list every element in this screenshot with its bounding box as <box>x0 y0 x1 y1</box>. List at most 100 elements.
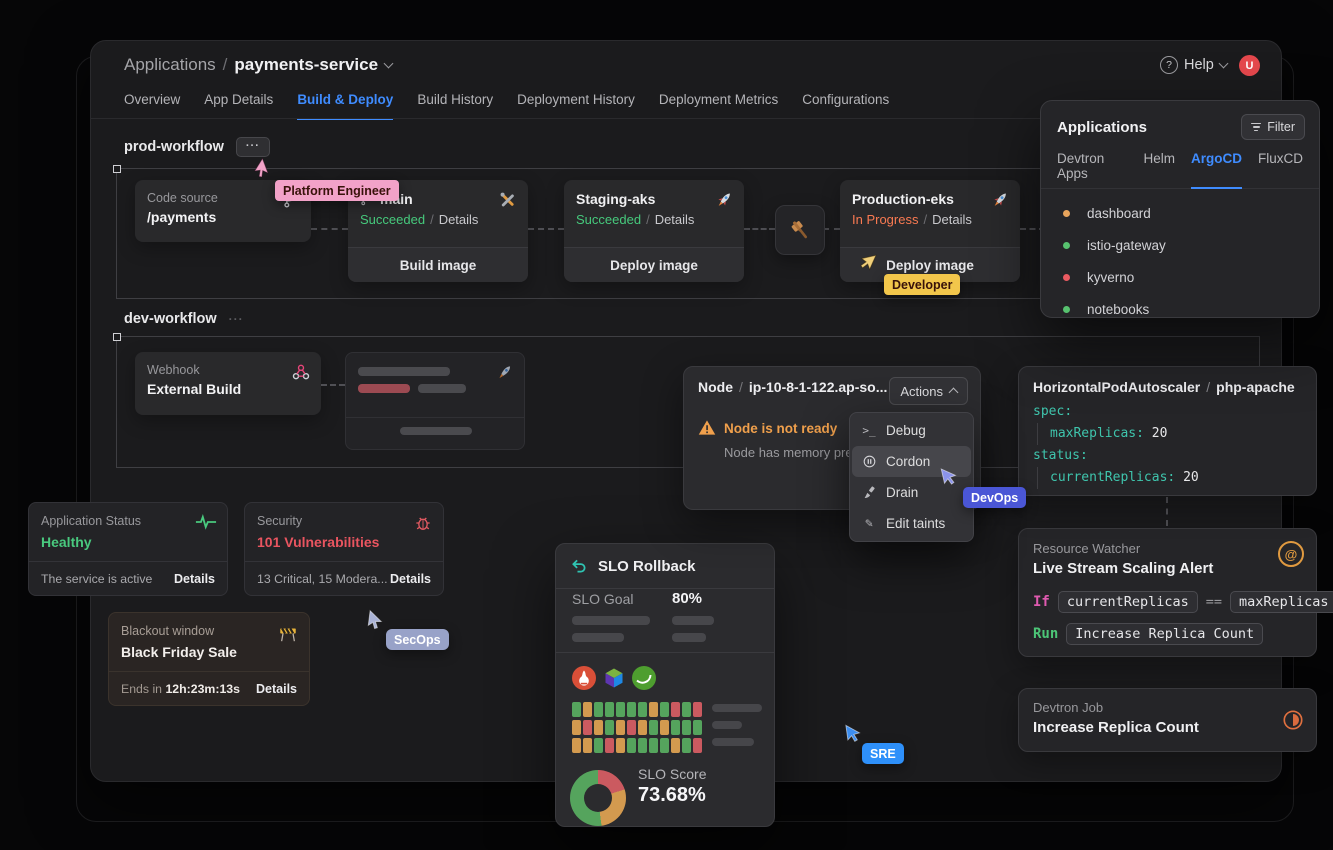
slo-grid-cell <box>682 738 691 753</box>
devtron-job-card[interactable]: Devtron Job Increase Replica Count <box>1018 688 1317 752</box>
yaml-value: 20 <box>1152 426 1168 441</box>
tab-build-history[interactable]: Build History <box>417 92 493 120</box>
breadcrumb-root[interactable]: Applications <box>124 55 216 75</box>
build-tools-icon <box>498 190 518 210</box>
node-separator: / <box>739 379 743 395</box>
canvas-handle[interactable] <box>113 333 121 341</box>
slo-grid-cell <box>627 738 636 753</box>
green-orb-icon <box>632 666 656 690</box>
app-list-item[interactable]: notebooks <box>1041 293 1319 325</box>
slo-grid-cell <box>594 738 603 753</box>
staging-details-link[interactable]: Details <box>655 212 695 227</box>
node-name: ip-10-8-1-122.ap-so... <box>749 379 888 395</box>
gavel-icon <box>787 217 813 243</box>
workflow-menu-button[interactable]: ··· <box>236 137 270 157</box>
slo-grid-cell <box>649 720 658 735</box>
menu-item-edit-taints[interactable]: ✎ Edit taints <box>852 508 971 539</box>
node-warning-title: Node is not ready <box>724 421 837 436</box>
tab-deployment-history[interactable]: Deployment History <box>517 92 635 120</box>
tab-configurations[interactable]: Configurations <box>802 92 889 120</box>
dev-workflow-header: dev-workflow ··· <box>124 311 244 327</box>
app-list-item[interactable]: dashboard <box>1041 197 1319 229</box>
watcher-spiral-icon: @ <box>1278 541 1304 567</box>
webhook-icon <box>291 362 311 382</box>
filter-button[interactable]: Filter <box>1241 114 1305 140</box>
cursor-secops <box>362 607 387 632</box>
chevron-up-icon <box>949 388 959 398</box>
terminal-icon: >_ <box>861 424 877 437</box>
breadcrumb: Applications / payments-service <box>124 55 392 75</box>
slo-grid-cell <box>627 720 636 735</box>
yaml-colon: : <box>1080 448 1088 463</box>
tab-overview[interactable]: Overview <box>124 92 180 120</box>
screen: Applications / payments-service ? Help U… <box>0 0 1333 850</box>
slo-grid-cell <box>660 720 669 735</box>
applications-panel: Applications Filter Devtron Apps Helm Ar… <box>1040 100 1320 318</box>
slo-grid-cell <box>616 702 625 717</box>
webhook-value: External Build <box>147 381 309 397</box>
slo-grid-cell <box>594 702 603 717</box>
watcher-condition-row: If currentReplicas == maxReplicas <box>1033 591 1333 613</box>
resource-watcher-panel: Resource Watcher Live Stream Scaling Ale… <box>1018 528 1317 657</box>
staging-deploy-button[interactable]: Deploy image <box>564 247 744 282</box>
application-status-card[interactable]: Application Status Healthy The service i… <box>28 502 228 596</box>
status-dot <box>1063 306 1070 313</box>
apps-tab-argocd[interactable]: ArgoCD <box>1191 151 1242 189</box>
security-card[interactable]: Security 101 Vulnerabilities 13 Critical… <box>244 502 444 596</box>
production-details-link[interactable]: Details <box>932 212 972 227</box>
webhook-card[interactable]: Webhook External Build <box>135 352 321 415</box>
menu-item-debug[interactable]: >_ Debug <box>852 415 971 446</box>
prod-workflow-title: prod-workflow <box>124 139 224 155</box>
app-list-item[interactable]: istio-gateway <box>1041 229 1319 261</box>
blackout-window-card[interactable]: Blackout window Black Friday Sale Ends i… <box>108 612 310 706</box>
staging-pipeline-card[interactable]: Staging-aks Succeeded / Details Deploy i… <box>564 180 744 282</box>
blackout-details-link[interactable]: Details <box>256 682 297 696</box>
heartbeat-icon <box>195 513 217 531</box>
tab-app-details[interactable]: App Details <box>204 92 273 120</box>
avatar[interactable]: U <box>1239 55 1260 76</box>
badge-platform-engineer: Platform Engineer <box>275 180 399 201</box>
page-title: payments-service <box>234 55 378 75</box>
security-value: 101 Vulnerabilities <box>257 534 431 550</box>
slo-grid-cell <box>660 702 669 717</box>
workflow-menu-button[interactable]: ··· <box>229 312 244 326</box>
rocket-icon <box>714 190 734 210</box>
menu-item-label: Cordon <box>886 454 930 469</box>
badge-secops: SecOps <box>386 629 449 650</box>
slo-score-label: SLO Score <box>638 766 706 782</box>
build-image-button[interactable]: Build image <box>348 247 528 282</box>
slo-goal-label: SLO Goal <box>572 591 633 607</box>
app-name: notebooks <box>1087 302 1149 317</box>
rocket-icon <box>990 190 1010 210</box>
slo-grid-cell <box>572 738 581 753</box>
apps-tab-fluxcd[interactable]: FluxCD <box>1258 151 1303 189</box>
approval-gate[interactable] <box>775 205 825 255</box>
apps-tab-helm[interactable]: Helm <box>1143 151 1175 189</box>
build-details-link[interactable]: Details <box>439 212 479 227</box>
status-dot <box>1063 274 1070 281</box>
operator: == <box>1206 594 1222 610</box>
application-status-details-link[interactable]: Details <box>174 572 215 586</box>
menu-item-label: Drain <box>886 485 918 500</box>
filter-label: Filter <box>1267 120 1295 134</box>
slo-grid-cell <box>594 720 603 735</box>
badge-developer: Developer <box>884 274 960 295</box>
hpa-yaml: spec: maxReplicas: 20 status: currentRep… <box>1019 395 1316 489</box>
canvas-handle[interactable] <box>113 165 121 173</box>
tab-build-deploy[interactable]: Build & Deploy <box>297 92 393 120</box>
application-status-label: Application Status <box>41 514 215 528</box>
node-actions-button[interactable]: Actions <box>889 377 968 405</box>
badge-devops: DevOps <box>963 487 1026 508</box>
slo-grid <box>572 702 702 753</box>
app-list-item[interactable]: kyverno <box>1041 261 1319 293</box>
slo-grid-cell <box>693 702 702 717</box>
help-menu[interactable]: ? Help <box>1160 56 1227 74</box>
slo-grid-cell <box>671 702 680 717</box>
status-dot <box>1063 210 1070 217</box>
apps-tab-devtron[interactable]: Devtron Apps <box>1057 151 1127 189</box>
staging-status: Succeeded <box>576 212 641 227</box>
security-details-link[interactable]: Details <box>390 572 431 586</box>
tab-deployment-metrics[interactable]: Deployment Metrics <box>659 92 778 120</box>
chevron-down-icon[interactable] <box>384 59 394 69</box>
breadcrumb-separator: / <box>223 55 228 75</box>
